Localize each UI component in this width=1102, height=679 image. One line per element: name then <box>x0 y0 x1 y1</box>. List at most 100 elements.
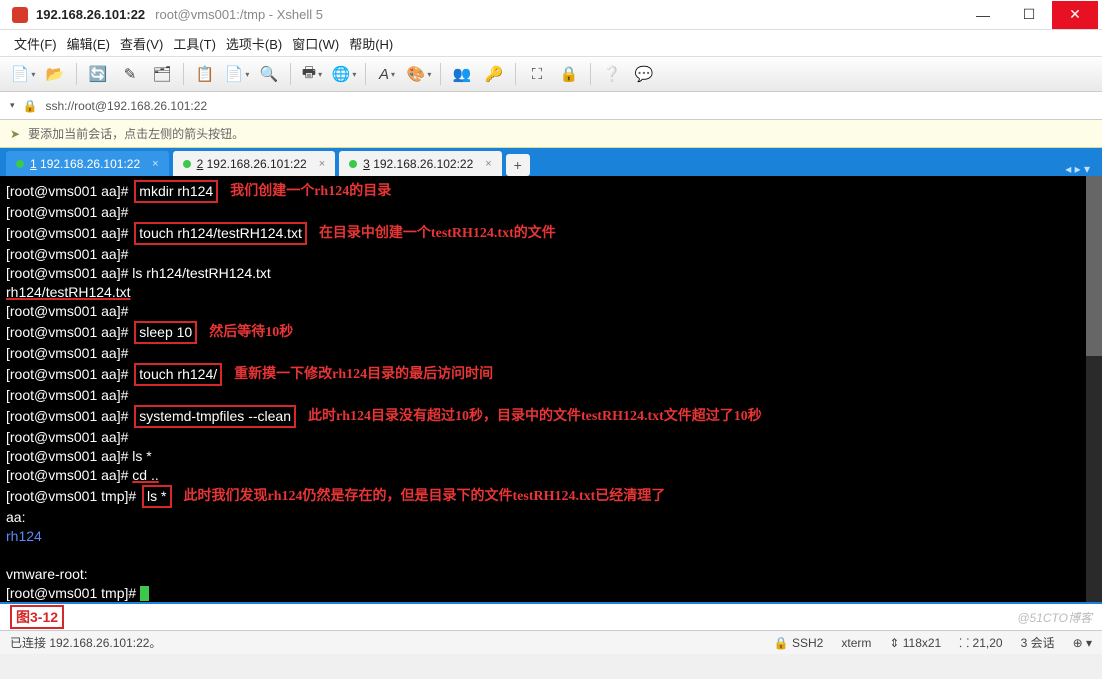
output-dir: rh124 <box>6 527 42 546</box>
session-tab-2[interactable]: 2 192.168.26.101:22 × <box>173 151 336 176</box>
app-icon <box>12 7 28 23</box>
prompt: [root@vms001 aa]# <box>6 182 132 201</box>
key-icon[interactable]: 🔑 <box>481 61 507 87</box>
new-session-icon[interactable]: 📄▾ <box>10 61 36 87</box>
toolbar: 📄▾ 📂 🔄 ✎ 🗂 📋 📄▾ 🔍 🖶▾ 🌐▾ A▾ 🎨▾ 👥 🔑 ⛶ 🔒 ❔ … <box>0 56 1102 92</box>
output-text: rh124/testRH124.txt <box>6 283 131 302</box>
menu-help[interactable]: 帮助(H) <box>349 34 393 53</box>
prompt: [root@vms001 aa]# <box>6 466 132 485</box>
hint-arrow-icon[interactable]: ➤ <box>10 127 20 141</box>
window-title-main: 192.168.26.101:22 <box>36 7 145 22</box>
tab-close-icon[interactable]: × <box>152 158 158 170</box>
tab-number: 1 <box>30 157 37 171</box>
output-text: aa: <box>6 508 25 527</box>
prompt: [root@vms001 aa]# <box>6 302 132 321</box>
users-icon[interactable]: 👥 <box>449 61 475 87</box>
annotation: 重新摸一下修改rh124目录的最后访问时间 <box>234 365 493 384</box>
boxed-command: touch rh124/ <box>134 363 222 386</box>
prompt: [root@vms001 aa]# <box>6 245 132 264</box>
properties-icon[interactable]: 🗂 <box>149 61 175 87</box>
padlock-icon: 🔒 <box>23 99 38 113</box>
menu-tools[interactable]: 工具(T) <box>173 34 216 53</box>
tab-number: 2 <box>197 157 204 171</box>
paste-icon[interactable]: 📄▾ <box>224 61 250 87</box>
tab-strip: 1 192.168.26.101:22 × 2 192.168.26.101:2… <box>0 148 1102 176</box>
tab-label: 192.168.26.102:22 <box>373 157 473 171</box>
window-title-sub: root@vms001:/tmp - Xshell 5 <box>155 7 323 22</box>
maximize-button[interactable]: ☐ <box>1006 1 1052 29</box>
menu-file[interactable]: 文件(F) <box>14 34 57 53</box>
tab-close-icon[interactable]: × <box>485 158 491 170</box>
reconnect-icon[interactable]: 🔄 <box>85 61 111 87</box>
annotation: 在目录中创建一个testRH124.txt的文件 <box>319 224 556 243</box>
address-dropdown-icon[interactable]: ▾ <box>10 100 15 111</box>
menu-edit[interactable]: 编辑(E) <box>67 34 110 53</box>
disconnect-icon[interactable]: ✎ <box>117 61 143 87</box>
prompt: [root@vms001 aa]# <box>6 386 132 405</box>
globe-icon[interactable]: 🌐▾ <box>331 61 357 87</box>
address-url[interactable]: ssh://root@192.168.26.101:22 <box>45 99 207 113</box>
chat-icon[interactable]: 💬 <box>631 61 657 87</box>
annotation: 然后等待10秒 <box>209 323 293 342</box>
print-icon[interactable]: 🖶▾ <box>299 61 325 87</box>
lock-icon[interactable]: 🔒 <box>556 61 582 87</box>
color-icon[interactable]: 🎨▾ <box>406 61 432 87</box>
prompt: [root@vms001 tmp]# <box>6 487 140 506</box>
prompt: [root@vms001 aa]# <box>6 365 132 384</box>
status-connection: 已连接 192.168.26.101:22。 <box>10 634 161 651</box>
copy-icon[interactable]: 📋 <box>192 61 218 87</box>
status-dot-icon <box>183 160 191 168</box>
annotation: 此时我们发现rh124仍然是存在的，但是目录下的文件testRH124.txt已… <box>184 487 666 506</box>
tab-close-icon[interactable]: × <box>319 158 325 170</box>
session-tab-3[interactable]: 3 192.168.26.102:22 × <box>339 151 502 176</box>
prompt: [root@vms001 aa]# <box>6 447 132 466</box>
menu-bar: 文件(F) 编辑(E) 查看(V) 工具(T) 选项卡(B) 窗口(W) 帮助(… <box>0 30 1102 56</box>
add-tab-button[interactable]: + <box>506 154 530 176</box>
command-text: ls * <box>132 447 151 466</box>
terminal-scrollbar[interactable] <box>1086 176 1102 602</box>
command-text: ls rh124/testRH124.txt <box>132 264 271 283</box>
prompt: [root@vms001 aa]# <box>6 428 132 447</box>
tab-number: 3 <box>363 157 370 171</box>
menu-window[interactable]: 窗口(W) <box>292 34 339 53</box>
prompt: [root@vms001 tmp]# <box>6 584 140 603</box>
boxed-command: mkdir rh124 <box>134 180 218 203</box>
prompt: [root@vms001 aa]# <box>6 344 132 363</box>
tab-nav-arrows[interactable]: ◂ ▸ ▾ <box>1065 162 1096 176</box>
minimize-button[interactable]: — <box>960 1 1006 29</box>
terminal[interactable]: [root@vms001 aa]# mkdir rh124我们创建一个rh124… <box>0 176 1102 604</box>
help-icon[interactable]: ❔ <box>599 61 625 87</box>
prompt: [root@vms001 aa]# <box>6 323 132 342</box>
open-icon[interactable]: 📂 <box>42 61 68 87</box>
status-dot-icon <box>16 160 24 168</box>
boxed-command: sleep 10 <box>134 321 197 344</box>
prompt: [root@vms001 aa]# <box>6 407 132 426</box>
fullscreen-icon[interactable]: ⛶ <box>524 61 550 87</box>
title-bar: 192.168.26.101:22 root@vms001:/tmp - Xsh… <box>0 0 1102 30</box>
status-sessions: 3 会话 <box>1021 634 1055 651</box>
prompt: [root@vms001 aa]# <box>6 224 132 243</box>
status-menu-icon[interactable]: ⊕ ▾ <box>1073 636 1092 650</box>
search-icon[interactable]: 🔍 <box>256 61 282 87</box>
cursor <box>140 586 149 601</box>
status-bar: 已连接 192.168.26.101:22。 🔒 SSH2 xterm ⇕ 11… <box>0 630 1102 654</box>
hint-text: 要添加当前会话，点击左侧的箭头按钮。 <box>28 125 244 142</box>
watermark: @51CTO博客 <box>1017 609 1092 626</box>
menu-view[interactable]: 查看(V) <box>120 34 163 53</box>
status-proto: 🔒 SSH2 <box>774 636 824 650</box>
font-icon[interactable]: A▾ <box>374 61 400 87</box>
prompt: [root@vms001 aa]# <box>6 264 132 283</box>
status-term: xterm <box>841 636 871 650</box>
hint-bar: ➤ 要添加当前会话，点击左侧的箭头按钮。 <box>0 120 1102 148</box>
figure-label: 图3-12 <box>10 605 64 629</box>
prompt: [root@vms001 aa]# <box>6 203 132 222</box>
status-pos: ⸬ 21,20 <box>959 634 1002 651</box>
boxed-command: ls * <box>142 485 171 508</box>
scrollbar-thumb[interactable] <box>1086 176 1102 356</box>
status-size: ⇕ 118x21 <box>889 636 941 650</box>
caption-bar: 图3-12 @51CTO博客 <box>0 604 1102 630</box>
annotation: 此时rh124目录没有超过10秒，目录中的文件testRH124.txt文件超过… <box>308 407 762 426</box>
menu-tabs[interactable]: 选项卡(B) <box>226 34 282 53</box>
session-tab-1[interactable]: 1 192.168.26.101:22 × <box>6 151 169 176</box>
close-button[interactable]: ✕ <box>1052 1 1098 29</box>
